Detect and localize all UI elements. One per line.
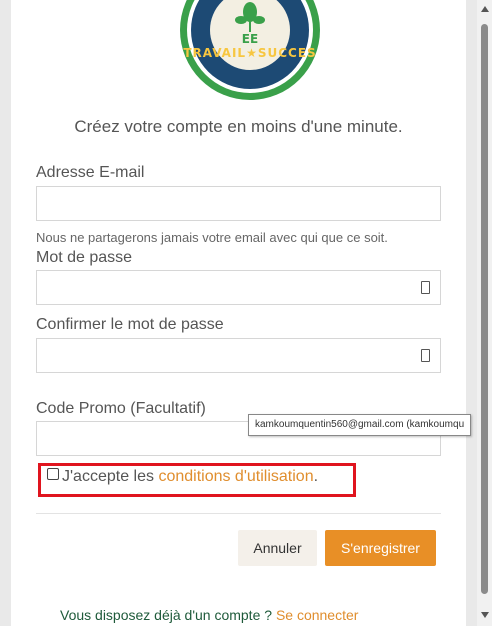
terms-row: J'accepte les conditions d'utilisation. (47, 468, 318, 486)
logo-ee-text: EE (241, 32, 259, 46)
show-confirm-password-icon[interactable] (421, 349, 430, 362)
email-help-text: Nous ne partagerons jamais votre email a… (36, 230, 388, 245)
email-field[interactable] (36, 186, 441, 221)
password-label: Mot de passe (36, 249, 133, 266)
password-field[interactable] (36, 270, 441, 305)
login-prompt-text: Vous disposez déjà d'un compte ? (60, 607, 276, 623)
terms-prefix: J'accepte les (62, 468, 159, 485)
divider (36, 513, 441, 514)
autofill-tooltip: kamkoumquentin560@gmail.com (kamkoumqu (248, 414, 472, 436)
scroll-down-icon[interactable] (481, 612, 489, 618)
brand-logo: EE TRAVAIL★SUCCES (180, 0, 320, 100)
terms-link[interactable]: conditions d'utilisation (158, 468, 313, 485)
page-subtitle: Créez votre compte en moins d'une minute… (74, 117, 403, 136)
confirm-password-label: Confirmer le mot de passe (36, 316, 224, 333)
registration-card: EE TRAVAIL★SUCCES Créez votre compte en … (11, 0, 466, 626)
email-label: Adresse E-mail (36, 164, 145, 181)
logo-motto: TRAVAIL★SUCCES (183, 46, 317, 60)
scrollbar-thumb[interactable] (481, 24, 488, 594)
terms-checkbox[interactable] (47, 468, 59, 480)
cancel-button[interactable]: Annuler (238, 530, 317, 566)
show-password-icon[interactable] (421, 281, 430, 294)
promo-code-label: Code Promo (Facultatif) (36, 400, 206, 417)
terms-suffix: . (313, 468, 319, 485)
register-button[interactable]: S'enregistrer (325, 530, 436, 566)
scrollbar[interactable] (477, 0, 492, 626)
login-link[interactable]: Se connecter (276, 607, 359, 623)
login-prompt: Vous disposez déjà d'un compte ? Se conn… (60, 607, 358, 623)
confirm-password-field[interactable] (36, 338, 441, 373)
scroll-up-icon[interactable] (481, 6, 489, 12)
